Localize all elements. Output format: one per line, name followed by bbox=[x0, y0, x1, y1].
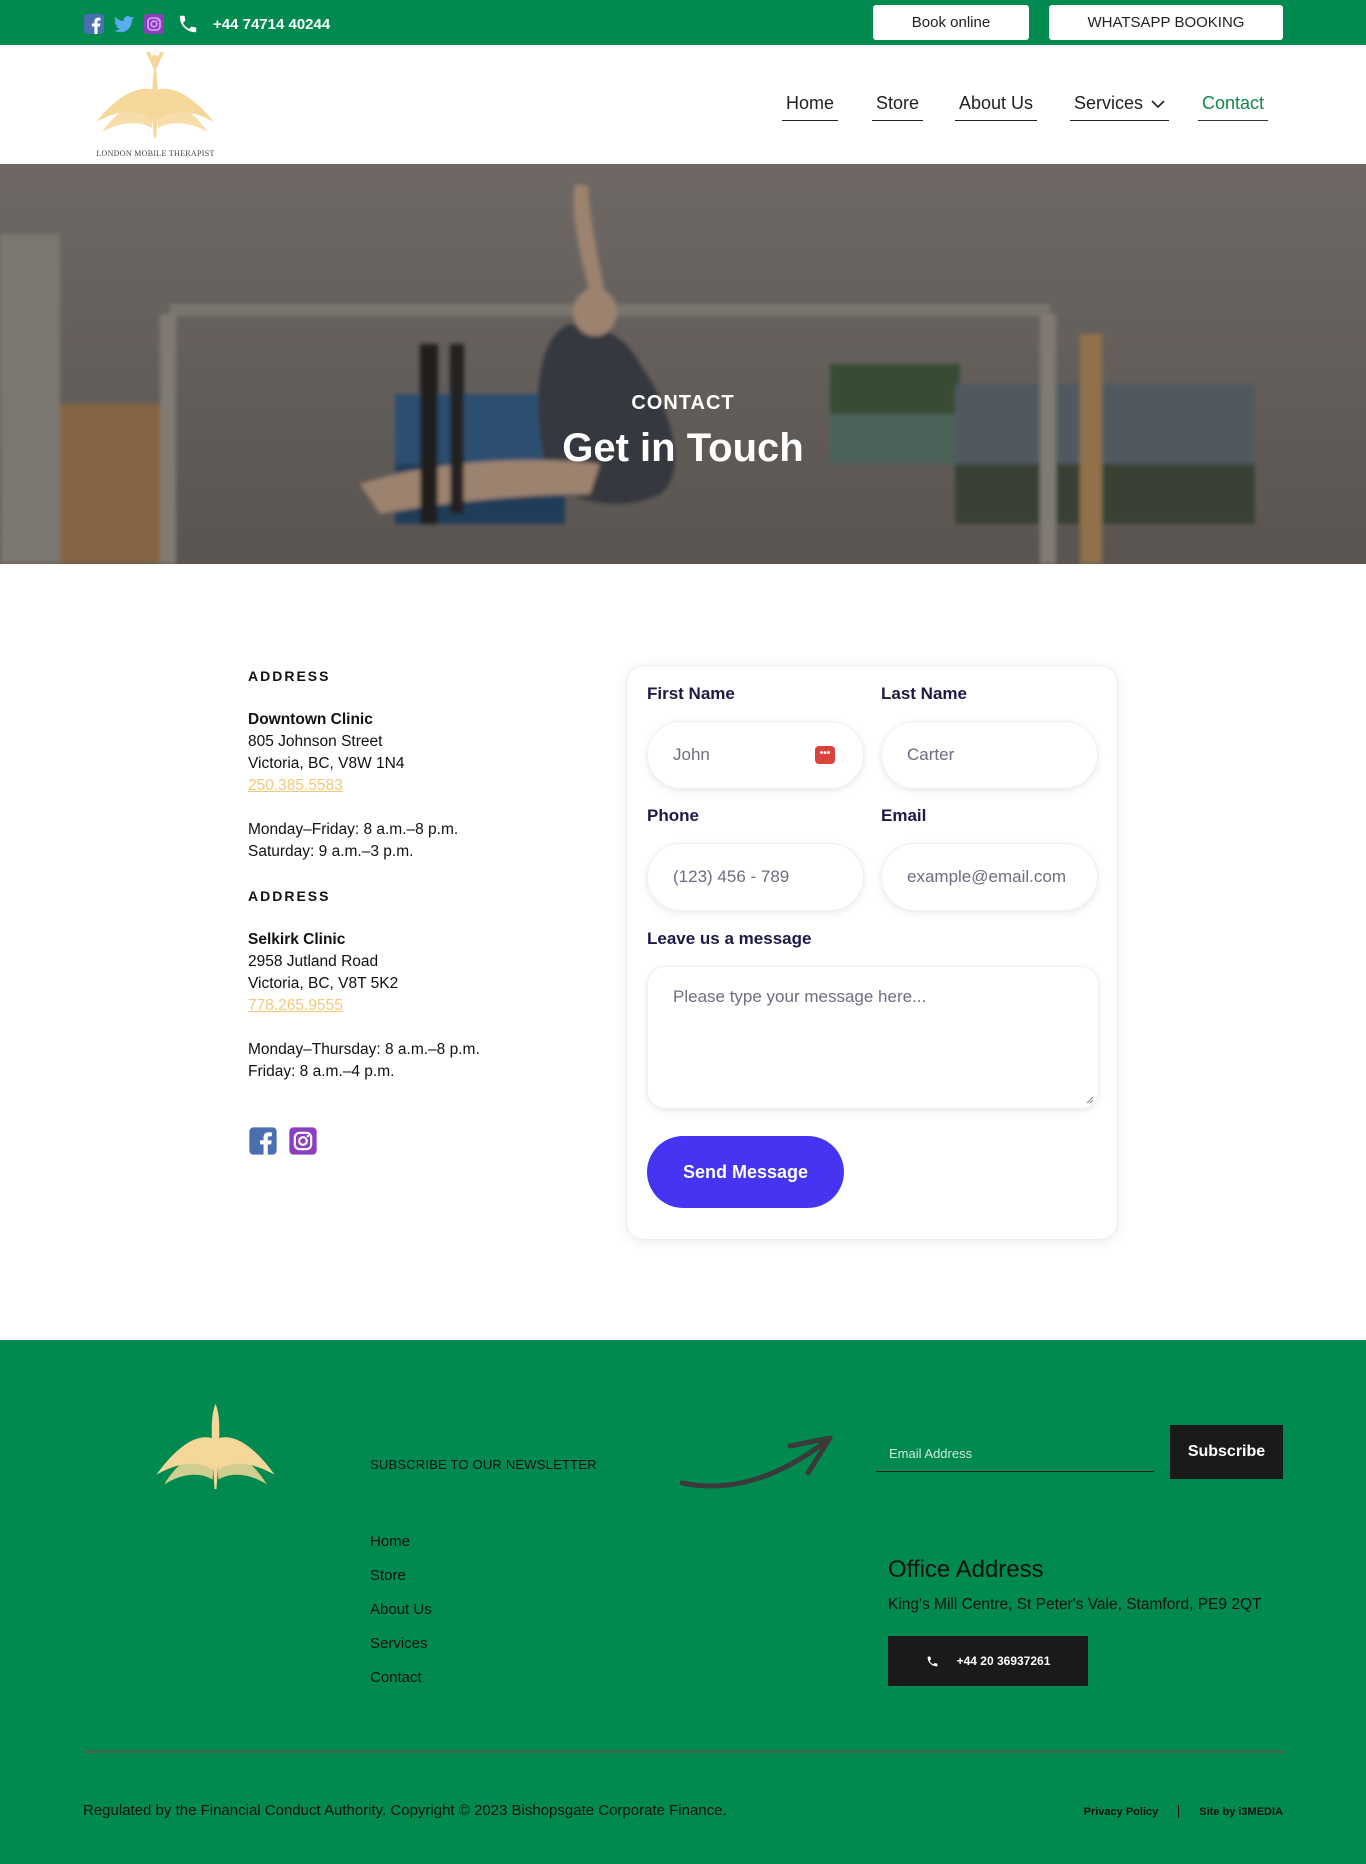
top-social-links: +44 74714 40244 bbox=[83, 13, 330, 35]
password-manager-icon[interactable]: ••• bbox=[815, 746, 835, 764]
footer-link-about-us[interactable]: About Us bbox=[370, 1601, 432, 1635]
clinic-phone-link[interactable]: 778.265.9555 bbox=[248, 995, 578, 1017]
office-address-title: Office Address bbox=[888, 1556, 1044, 1583]
email-placeholder: example@email.com bbox=[907, 867, 1066, 886]
address-label: ADDRESS bbox=[248, 668, 331, 684]
nav-label: About Us bbox=[959, 93, 1034, 113]
footer-links: Home Store About Us Services Contact bbox=[370, 1533, 432, 1703]
clinic-name: Downtown Clinic bbox=[248, 711, 373, 728]
footer-link-store[interactable]: Store bbox=[370, 1567, 432, 1601]
instagram-icon[interactable] bbox=[143, 13, 165, 35]
footer-logo[interactable] bbox=[150, 1402, 282, 1494]
phone-placeholder: (123) 456 - 789 bbox=[673, 867, 790, 886]
message-textarea[interactable]: Please type your message here... bbox=[647, 966, 1099, 1109]
clinic-hours: Saturday: 9 a.m.–3 p.m. bbox=[248, 843, 414, 860]
hero-title: Get in Touch bbox=[562, 426, 804, 470]
newsletter-email-input[interactable]: Email Address bbox=[876, 1440, 1154, 1472]
contact-info: ADDRESS Downtown Clinic 805 Johnson Stre… bbox=[248, 665, 578, 1083]
nav-item-about-us[interactable]: About Us bbox=[955, 93, 1038, 121]
nav-item-services[interactable]: Services bbox=[1070, 93, 1170, 121]
copyright-text: Regulated by the Financial Conduct Autho… bbox=[83, 1802, 727, 1819]
instagram-icon[interactable] bbox=[288, 1126, 318, 1161]
contact-social-links bbox=[248, 1126, 318, 1161]
newsletter-email-placeholder: Email Address bbox=[889, 1446, 973, 1461]
site-header: LONDON MOBILE THERAPIST Home Store About… bbox=[0, 45, 1366, 164]
last-name-placeholder: Carter bbox=[907, 745, 955, 764]
twitter-icon[interactable] bbox=[113, 13, 135, 35]
top-phone-number[interactable]: +44 74714 40244 bbox=[213, 16, 330, 33]
privacy-policy-link[interactable]: Privacy Policy bbox=[1084, 1806, 1159, 1818]
logo-caption: LONDON MOBILE THERAPIST bbox=[96, 149, 215, 158]
site-logo[interactable]: LONDON MOBILE THERAPIST bbox=[88, 50, 223, 160]
clinic-hours: Monday–Thursday: 8 a.m.–8 p.m. bbox=[248, 1041, 480, 1058]
footer-link-contact[interactable]: Contact bbox=[370, 1669, 432, 1703]
office-phone-number: +44 20 36937261 bbox=[956, 1654, 1051, 1668]
chevron-down-icon bbox=[1151, 99, 1165, 108]
resize-handle-icon[interactable] bbox=[1086, 1096, 1094, 1104]
clinic-hours: Friday: 8 a.m.–4 p.m. bbox=[248, 1063, 395, 1080]
legal-links: Privacy Policy Site by i3MEDIA bbox=[1084, 1805, 1283, 1818]
office-phone-button[interactable]: +44 20 36937261 bbox=[888, 1636, 1088, 1686]
last-name-input[interactable]: Carter bbox=[881, 721, 1098, 789]
address-label: ADDRESS bbox=[248, 888, 331, 904]
nav-label: Services bbox=[1074, 93, 1144, 113]
phone-label: Phone bbox=[647, 806, 699, 825]
nav-item-home[interactable]: Home bbox=[782, 93, 839, 121]
nav-label: Home bbox=[786, 93, 835, 113]
footer-divider bbox=[83, 1750, 1283, 1753]
phone-icon bbox=[927, 1656, 937, 1666]
send-message-button[interactable]: Send Message bbox=[647, 1136, 844, 1208]
site-footer: SUBSCRIBE TO OUR NEWSLETTER Email Addres… bbox=[0, 1340, 1366, 1864]
clinic-street: 805 Johnson Street bbox=[248, 733, 383, 750]
contact-form-card: First Name John ••• Last Name Carter Pho… bbox=[626, 665, 1118, 1240]
clinic-city: Victoria, BC, V8T 5K2 bbox=[248, 975, 399, 992]
message-label: Leave us a message bbox=[647, 929, 812, 948]
arrow-icon bbox=[680, 1435, 833, 1489]
clinic-street: 2958 Jutland Road bbox=[248, 953, 379, 970]
legal-separator bbox=[1178, 1805, 1180, 1818]
clinic-name: Selkirk Clinic bbox=[248, 931, 346, 948]
email-input[interactable]: example@email.com bbox=[881, 843, 1098, 911]
nav-label: Contact bbox=[1202, 93, 1265, 113]
footer-link-home[interactable]: Home bbox=[370, 1533, 432, 1567]
email-label: Email bbox=[881, 806, 927, 825]
first-name-input[interactable]: John ••• bbox=[647, 721, 864, 789]
site-credit-link[interactable]: Site by i3MEDIA bbox=[1199, 1806, 1283, 1818]
message-placeholder: Please type your message here... bbox=[673, 987, 927, 1006]
top-bar: +44 74714 40244 Book online WHATSAPP BOO… bbox=[0, 0, 1366, 45]
newsletter-title: SUBSCRIBE TO OUR NEWSLETTER bbox=[370, 1457, 597, 1472]
office-address: King's Mill Centre, St Peter's Vale, Sta… bbox=[888, 1596, 1262, 1613]
hero-overlay bbox=[0, 164, 1366, 564]
hero-eyebrow: CONTACT bbox=[631, 392, 735, 414]
nav-label: Store bbox=[876, 93, 920, 113]
last-name-label: Last Name bbox=[881, 684, 967, 703]
first-name-placeholder: John bbox=[673, 745, 710, 764]
facebook-icon[interactable] bbox=[83, 13, 105, 35]
facebook-icon[interactable] bbox=[248, 1126, 278, 1161]
hero-banner: CONTACT Get in Touch bbox=[0, 164, 1366, 564]
first-name-label: First Name bbox=[647, 684, 735, 703]
nav-item-store[interactable]: Store bbox=[872, 93, 924, 121]
phone-icon bbox=[177, 13, 199, 35]
clinic-phone-link[interactable]: 250.385.5583 bbox=[248, 775, 578, 797]
footer-link-services[interactable]: Services bbox=[370, 1635, 432, 1669]
book-online-button[interactable]: Book online bbox=[873, 5, 1029, 40]
phone-input[interactable]: (123) 456 - 789 bbox=[647, 843, 864, 911]
clinic-city: Victoria, BC, V8W 1N4 bbox=[248, 755, 405, 772]
clinic-hours: Monday–Friday: 8 a.m.–8 p.m. bbox=[248, 821, 459, 838]
nav-item-contact[interactable]: Contact bbox=[1198, 93, 1269, 121]
subscribe-button[interactable]: Subscribe bbox=[1170, 1425, 1283, 1479]
whatsapp-booking-button[interactable]: WHATSAPP BOOKING bbox=[1049, 5, 1283, 40]
